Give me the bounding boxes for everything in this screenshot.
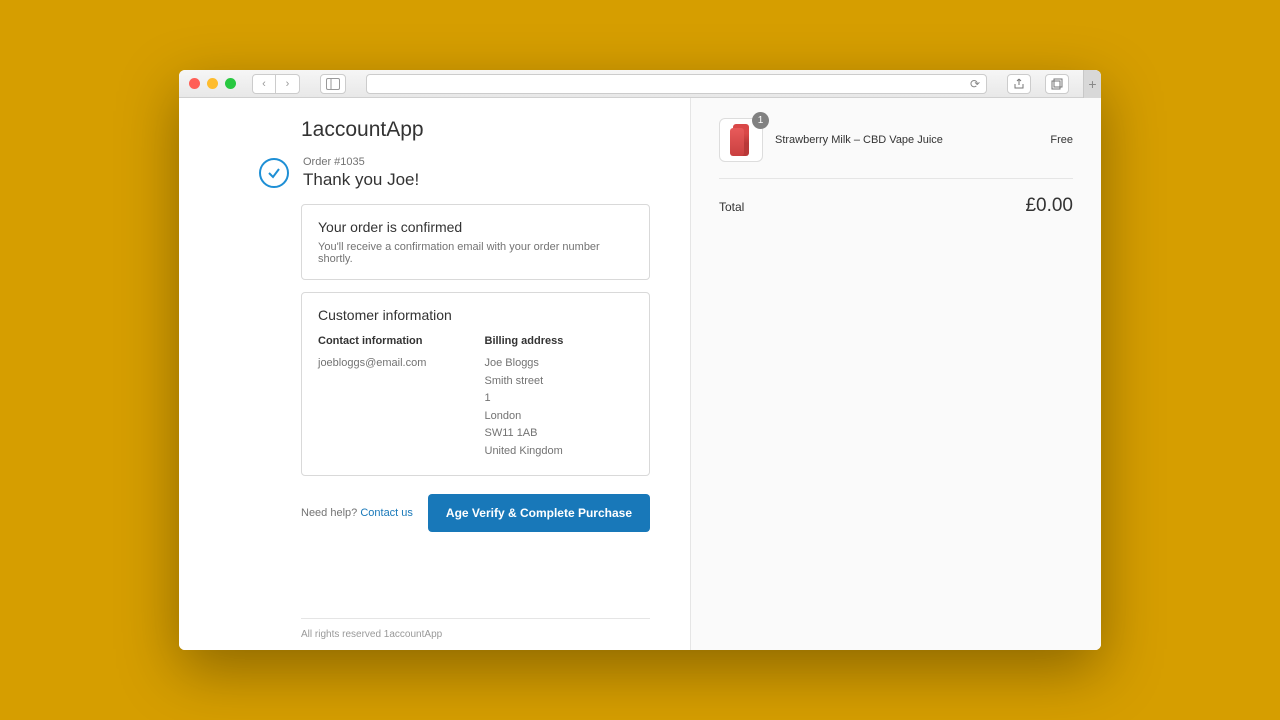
total-row: Total £0.00 bbox=[719, 195, 1073, 217]
new-tab-button[interactable]: + bbox=[1083, 70, 1101, 98]
product-name: Strawberry Milk – CBD Vape Juice bbox=[775, 134, 1038, 146]
share-button[interactable] bbox=[1007, 74, 1031, 94]
billing-heading: Billing address bbox=[485, 335, 634, 347]
billing-postcode: SW11 1AB bbox=[485, 427, 538, 439]
contact-us-link[interactable]: Contact us bbox=[360, 507, 413, 519]
checkout-main: 1accountApp Order #1035 Thank you Joe! Y… bbox=[179, 98, 691, 650]
contact-heading: Contact information bbox=[318, 335, 467, 347]
address-bar[interactable]: ⟳ bbox=[366, 74, 987, 94]
billing-name: Joe Bloggs bbox=[485, 357, 539, 369]
line-item: 1 Strawberry Milk – CBD Vape Juice Free bbox=[719, 118, 1073, 179]
forward-button[interactable]: › bbox=[276, 74, 300, 94]
billing-num: 1 bbox=[485, 392, 491, 404]
help-text: Need help? Contact us bbox=[301, 507, 413, 519]
footer-text: All rights reserved 1accountApp bbox=[301, 618, 650, 640]
order-number: Order #1035 bbox=[303, 156, 419, 168]
contact-email: joebloggs@email.com bbox=[318, 355, 467, 373]
sidebar-toggle-button[interactable] bbox=[320, 74, 346, 94]
order-summary: 1 Strawberry Milk – CBD Vape Juice Free … bbox=[691, 98, 1101, 650]
billing-info: Billing address Joe Bloggs Smith street … bbox=[485, 335, 634, 461]
brand-title: 1accountApp bbox=[301, 118, 650, 142]
customer-info-title: Customer information bbox=[318, 307, 633, 323]
billing-country: United Kingdom bbox=[485, 445, 563, 457]
action-row: Need help? Contact us Age Verify & Compl… bbox=[301, 494, 650, 532]
checkmark-icon bbox=[259, 158, 289, 188]
customer-info-card: Customer information Contact information… bbox=[301, 292, 650, 476]
thank-you-heading: Thank you Joe! bbox=[303, 170, 419, 190]
maximize-icon[interactable] bbox=[225, 78, 236, 89]
quantity-badge: 1 bbox=[752, 112, 769, 129]
minimize-icon[interactable] bbox=[207, 78, 218, 89]
order-header: Order #1035 Thank you Joe! bbox=[259, 156, 650, 190]
total-amount: £0.00 bbox=[1025, 195, 1073, 217]
product-thumbnail: 1 bbox=[719, 118, 763, 162]
reload-icon[interactable]: ⟳ bbox=[970, 77, 980, 91]
tabs-button[interactable] bbox=[1045, 74, 1069, 94]
contact-info: Contact information joebloggs@email.com bbox=[318, 335, 467, 461]
product-price: Free bbox=[1050, 134, 1073, 146]
confirmation-title: Your order is confirmed bbox=[318, 219, 633, 235]
browser-window: ‹ › ⟳ + 1accountApp Order #1035 Th bbox=[179, 70, 1101, 650]
age-verify-button[interactable]: Age Verify & Complete Purchase bbox=[428, 494, 650, 532]
billing-city: London bbox=[485, 410, 522, 422]
nav-buttons: ‹ › bbox=[252, 74, 300, 94]
confirmation-card: Your order is confirmed You'll receive a… bbox=[301, 204, 650, 280]
confirmation-sub: You'll receive a confirmation email with… bbox=[318, 241, 633, 265]
page-content: 1accountApp Order #1035 Thank you Joe! Y… bbox=[179, 98, 1101, 650]
window-controls bbox=[189, 78, 236, 89]
titlebar: ‹ › ⟳ + bbox=[179, 70, 1101, 98]
close-icon[interactable] bbox=[189, 78, 200, 89]
back-button[interactable]: ‹ bbox=[252, 74, 276, 94]
billing-street: Smith street bbox=[485, 375, 544, 387]
total-label: Total bbox=[719, 200, 744, 214]
